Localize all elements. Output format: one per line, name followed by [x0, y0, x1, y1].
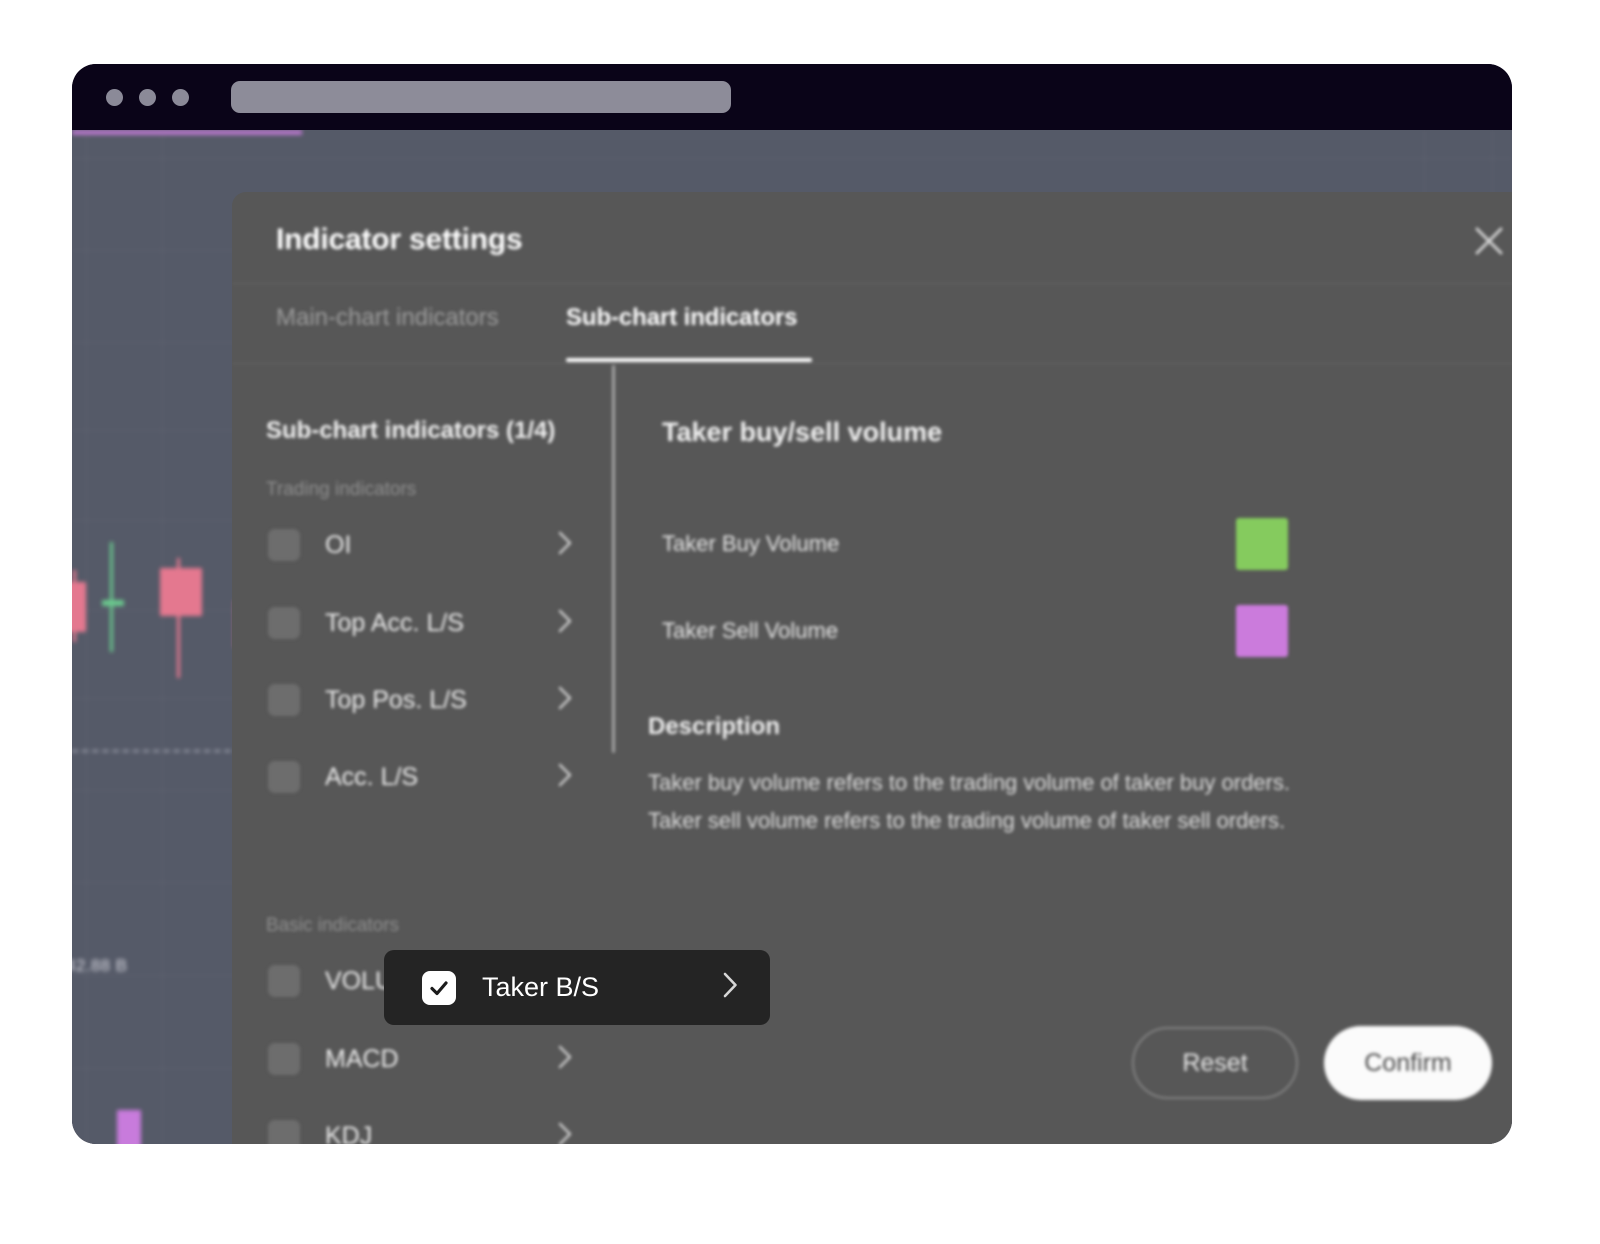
modal-tabs: Main-chart indicators Sub-chart indicato… — [232, 284, 1512, 364]
sidebar-item-label: Taker B/S — [482, 972, 600, 1002]
group-label-trading-indicators: Trading indicators — [266, 479, 417, 500]
check-icon — [430, 980, 448, 995]
checkbox-macd[interactable] — [268, 1043, 300, 1075]
sidebar-item-top-pos-ls[interactable]: Top Pos. L/S — [232, 662, 612, 738]
sidebar-item-macd[interactable]: MACD — [232, 1021, 612, 1097]
page-title: Indicator settings — [276, 223, 523, 256]
sidebar-item-acc-ls[interactable]: Acc. L/S — [232, 739, 612, 815]
indicator-sidebar: Sub-chart indicators (1/4) Trading indic… — [232, 365, 612, 1144]
chevron-right-icon — [723, 972, 738, 1003]
checkbox-taker-bs[interactable] — [422, 970, 456, 1005]
window-maximize-dot[interactable] — [172, 88, 189, 106]
window-minimize-dot[interactable] — [139, 88, 156, 106]
chevron-right-icon — [558, 686, 572, 715]
chevron-right-icon — [558, 531, 572, 560]
legend-row-taker-buy-volume: Taker Buy Volume — [662, 518, 1474, 570]
checkbox-top-pos-ls[interactable] — [268, 684, 300, 716]
close-icon[interactable] — [1472, 224, 1506, 258]
modal-footer: Reset Confirm — [1132, 1026, 1492, 1100]
color-swatch-taker-sell-volume[interactable] — [1236, 605, 1288, 657]
checkbox-oi[interactable] — [268, 529, 300, 561]
legend-label: Taker Sell Volume — [662, 618, 839, 643]
confirm-button[interactable]: Confirm — [1324, 1026, 1492, 1100]
sidebar-item-oi[interactable]: OI — [232, 507, 612, 583]
sidebar-item-label: OI — [325, 530, 352, 559]
chevron-right-icon — [558, 1045, 572, 1074]
browser-window: 42.88 B Indicator settings Main-chart in… — [72, 64, 1512, 1144]
chevron-right-icon — [558, 763, 572, 792]
chart-axis-label: 42.88 B — [72, 956, 128, 975]
description-line: Taker sell volume refers to the trading … — [648, 808, 1286, 833]
legend-row-taker-sell-volume: Taker Sell Volume — [662, 605, 1474, 657]
sidebar-item-label: MACD — [325, 1044, 399, 1073]
modal-header: Indicator settings — [232, 192, 1512, 284]
checkbox-volume[interactable] — [268, 965, 300, 997]
sidebar-item-taker-bs[interactable]: Taker B/S — [384, 950, 770, 1025]
sidebar-item-kdj[interactable]: KDJ — [232, 1098, 612, 1144]
tab-sub-chart-indicators[interactable]: Sub-chart indicators — [566, 304, 797, 332]
checkbox-kdj[interactable] — [268, 1120, 300, 1144]
tab-active-underline — [566, 358, 812, 362]
legend-label: Taker Buy Volume — [662, 531, 840, 556]
description-heading: Description — [648, 713, 781, 740]
tab-main-chart-indicators[interactable]: Main-chart indicators — [276, 304, 499, 332]
address-bar-input[interactable] — [231, 81, 731, 113]
checkbox-acc-ls[interactable] — [268, 761, 300, 793]
chevron-right-icon — [558, 1122, 572, 1144]
detail-title: Taker buy/sell volume — [662, 417, 943, 447]
reset-button[interactable]: Reset — [1132, 1027, 1298, 1099]
description-line: Taker buy volume refers to the trading v… — [648, 770, 1290, 795]
sidebar-item-label: KDJ — [325, 1121, 373, 1145]
sidebar-item-label: Top Pos. L/S — [325, 685, 467, 714]
chevron-right-icon — [558, 609, 572, 638]
browser-titlebar — [72, 64, 1512, 130]
window-close-dot[interactable] — [106, 88, 123, 106]
screenshot-root: 42.88 B Indicator settings Main-chart in… — [0, 0, 1600, 1244]
group-label-basic-indicators: Basic indicators — [266, 915, 400, 936]
sidebar-item-label: Acc. L/S — [325, 762, 419, 791]
color-swatch-taker-buy-volume[interactable] — [1236, 518, 1288, 570]
sidebar-item-top-acc-ls[interactable]: Top Acc. L/S — [232, 585, 612, 661]
sidebar-item-label: Top Acc. L/S — [325, 608, 464, 637]
sidebar-heading: Sub-chart indicators (1/4) — [266, 417, 556, 444]
checkbox-top-acc-ls[interactable] — [268, 607, 300, 639]
indicator-settings-modal: Indicator settings Main-chart indicators… — [232, 192, 1512, 1144]
